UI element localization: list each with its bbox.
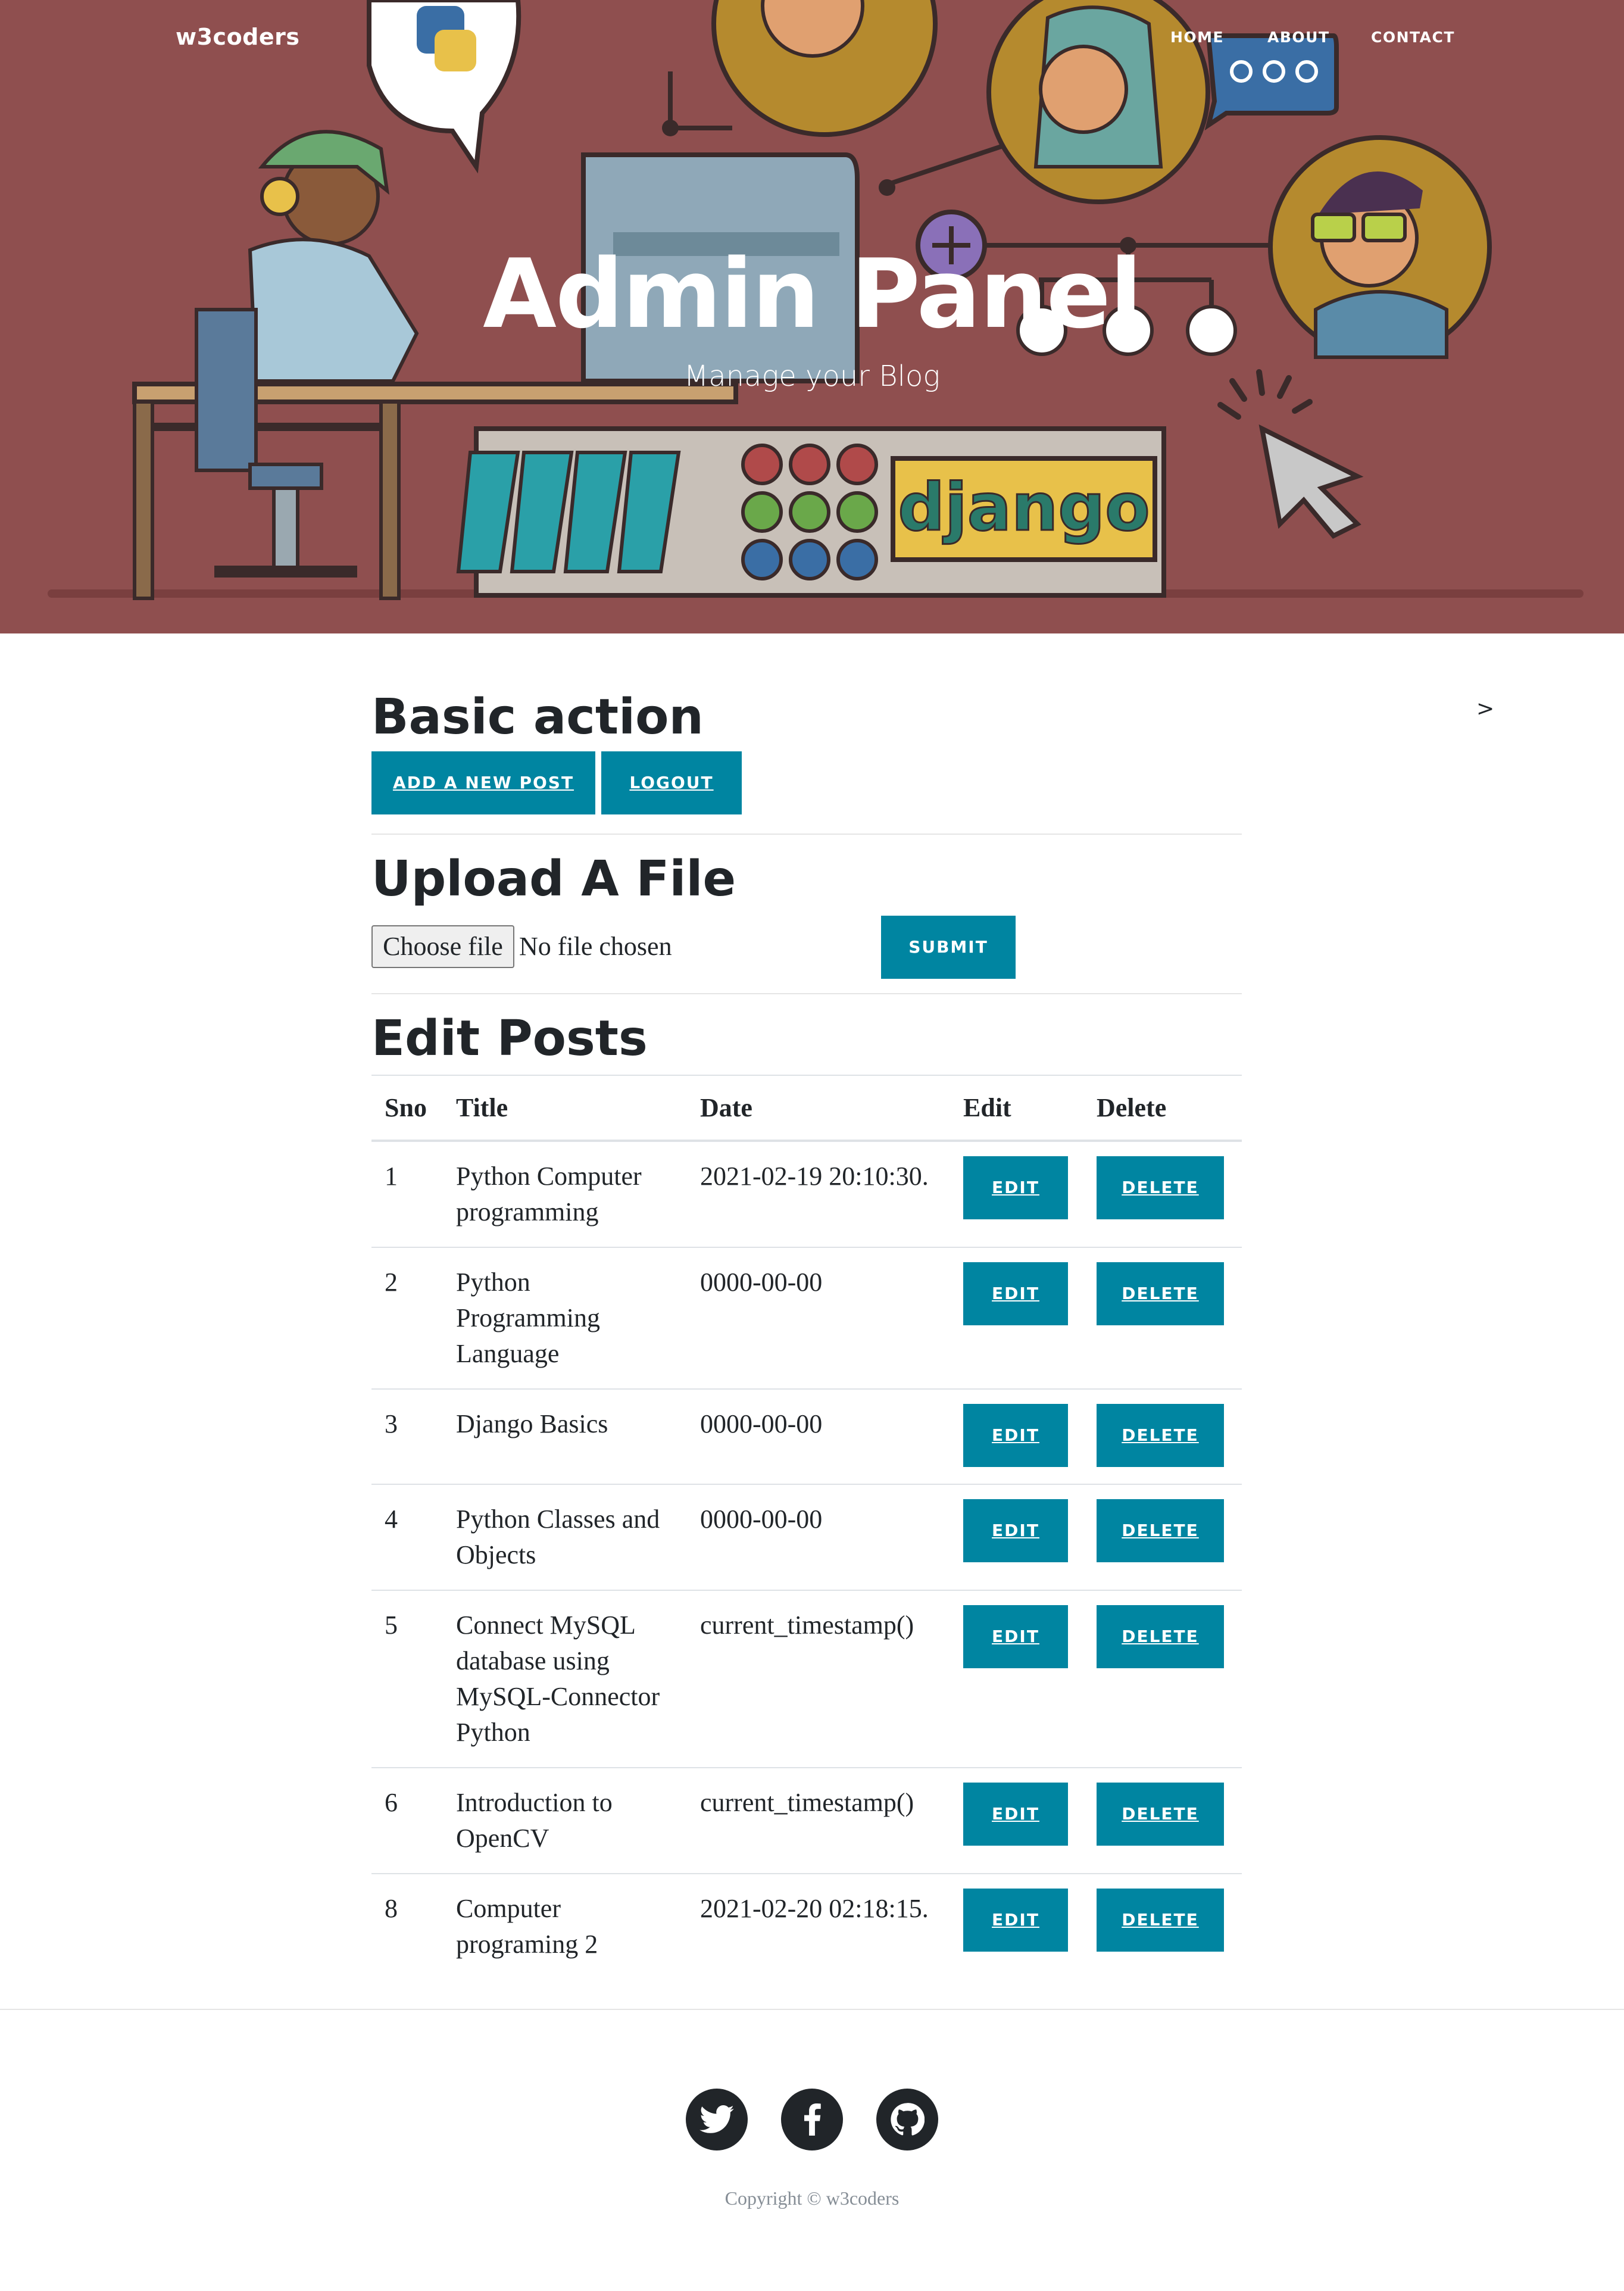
- edit-button[interactable]: EDIT: [963, 1262, 1068, 1325]
- cell-date: current_timestamp(): [687, 1766, 950, 1874]
- cell-date: 0000-00-00: [687, 1388, 950, 1484]
- column-header-title: Title: [443, 1074, 687, 1142]
- delete-button[interactable]: DELETE: [1097, 1499, 1224, 1562]
- cell-edit: EDIT: [950, 1589, 1083, 1768]
- upload-form: Choose file No file chosen SUBMIT: [371, 912, 1242, 984]
- delete-button[interactable]: DELETE: [1097, 1403, 1224, 1467]
- cell-delete: DELETE: [1083, 1388, 1242, 1484]
- table-row: 8 Computer programing 2 2021-02-20 02:18:1…: [371, 1872, 1242, 1979]
- main-content: Basic action ADD A NEW POST LOGOUT Uploa…: [371, 689, 1242, 1979]
- brand-logo[interactable]: w3coders: [176, 24, 300, 50]
- edit-posts-heading: Edit Posts: [371, 1010, 648, 1068]
- column-header-sno: Sno: [371, 1074, 443, 1142]
- copyright-text: Copyright © w3coders: [724, 2187, 900, 2209]
- logout-button[interactable]: LOGOUT: [601, 751, 742, 815]
- delete-button[interactable]: DELETE: [1097, 1782, 1224, 1846]
- table-header-row: Sno Title Date Edit Delete: [371, 1074, 1242, 1142]
- edit-button[interactable]: EDIT: [963, 1499, 1068, 1562]
- cell-title: Introduction to OpenCV: [443, 1766, 687, 1874]
- submit-button[interactable]: SUBMIT: [881, 916, 1016, 979]
- page-subtitle: Manage your Blog: [683, 360, 941, 393]
- cell-date: 0000-00-00: [687, 1483, 950, 1590]
- table-row: 4 Python Classes and Objects 0000-00-00 EDI…: [371, 1483, 1242, 1590]
- cell-delete: DELETE: [1083, 1766, 1242, 1874]
- cell-title: Python Classes and Objects: [443, 1483, 687, 1590]
- facebook-icon[interactable]: [781, 2089, 843, 2150]
- edit-button[interactable]: EDIT: [963, 1403, 1068, 1467]
- page-title: Admin Panel: [483, 238, 1142, 349]
- cell-date: 0000-00-00: [687, 1246, 950, 1389]
- edit-button[interactable]: EDIT: [963, 1156, 1068, 1219]
- file-status: No file chosen: [519, 932, 672, 962]
- cell-sno: 3: [371, 1388, 443, 1484]
- cell-date: 2021-02-19 20:10:30.: [687, 1140, 950, 1247]
- cell-sno: 1: [371, 1140, 443, 1247]
- table-row: 2 Python Programming Language 0000-00-00 ED…: [371, 1246, 1242, 1389]
- cell-delete: DELETE: [1083, 1246, 1242, 1389]
- cell-delete: DELETE: [1083, 1589, 1242, 1768]
- cell-sno: 4: [371, 1483, 443, 1590]
- cell-sno: 2: [371, 1246, 443, 1389]
- cell-sno: 5: [371, 1589, 443, 1768]
- table-row: 1 Python Computer programming 2021-02-19 2…: [371, 1140, 1242, 1247]
- cell-edit: EDIT: [950, 1766, 1083, 1874]
- divider: [371, 993, 1242, 995]
- delete-button[interactable]: DELETE: [1097, 1888, 1224, 1952]
- column-header-date: Date: [687, 1074, 950, 1142]
- cell-edit: EDIT: [950, 1140, 1083, 1247]
- cell-delete: DELETE: [1083, 1483, 1242, 1590]
- edit-button[interactable]: EDIT: [963, 1782, 1068, 1846]
- add-post-button[interactable]: ADD A NEW POST: [371, 751, 595, 815]
- table-row: 6 Introduction to OpenCV current_timestamp…: [371, 1766, 1242, 1874]
- edit-button[interactable]: EDIT: [963, 1888, 1068, 1952]
- cell-date: 2021-02-20 02:18:15.: [687, 1872, 950, 1979]
- cell-delete: DELETE: [1083, 1140, 1242, 1247]
- nav-about[interactable]: ABOUT: [1267, 29, 1330, 46]
- posts-table: Sno Title Date Edit Delete 1 Python Compu…: [371, 1074, 1242, 1979]
- column-header-edit: Edit: [950, 1074, 1083, 1142]
- table-row: 5 Connect MySQL database using MySQL-Conn…: [371, 1589, 1242, 1768]
- cell-delete: DELETE: [1083, 1872, 1242, 1979]
- upload-heading: Upload A File: [371, 851, 736, 908]
- cell-title: Connect MySQL database using MySQL-Conne…: [443, 1589, 687, 1768]
- basic-action-buttons: ADD A NEW POST LOGOUT: [371, 751, 1242, 815]
- delete-button[interactable]: DELETE: [1097, 1156, 1224, 1219]
- cell-title: Python Programming Language: [443, 1246, 687, 1389]
- svg-text:django: django: [898, 469, 1150, 545]
- delete-button[interactable]: DELETE: [1097, 1605, 1224, 1668]
- basic-action-heading: Basic action: [371, 689, 704, 745]
- cell-title: Python Computer programming: [443, 1140, 687, 1247]
- footer-divider: [0, 2009, 1624, 2010]
- posts-table-body: 1 Python Computer programming 2021-02-19 2…: [371, 1140, 1242, 1979]
- edit-button[interactable]: EDIT: [963, 1605, 1068, 1668]
- nav-contact[interactable]: CONTACT: [1371, 29, 1455, 46]
- cell-edit: EDIT: [950, 1246, 1083, 1389]
- twitter-icon[interactable]: [686, 2089, 748, 2150]
- cell-edit: EDIT: [950, 1483, 1083, 1590]
- divider: [371, 834, 1242, 835]
- nav-home[interactable]: HOME: [1170, 29, 1224, 46]
- cell-sno: 8: [371, 1872, 443, 1979]
- cell-title: Computer programing 2: [443, 1872, 687, 1979]
- table-row: 3 Django Basics 0000-00-00 EDIT DELETE: [371, 1388, 1242, 1484]
- github-icon[interactable]: [876, 2089, 938, 2150]
- choose-file-button[interactable]: Choose file: [371, 925, 514, 969]
- cell-edit: EDIT: [950, 1872, 1083, 1979]
- cell-date: current_timestamp(): [687, 1589, 950, 1768]
- cell-edit: EDIT: [950, 1388, 1083, 1484]
- cell-sno: 6: [371, 1766, 443, 1874]
- collapse-toggle[interactable]: >: [1476, 697, 1494, 721]
- cell-title: Django Basics: [443, 1388, 687, 1484]
- delete-button[interactable]: DELETE: [1097, 1262, 1224, 1325]
- page-header: django w3coders HOME ABOUT CONTACT Admin…: [0, 0, 1624, 633]
- column-header-delete: Delete: [1083, 1074, 1242, 1142]
